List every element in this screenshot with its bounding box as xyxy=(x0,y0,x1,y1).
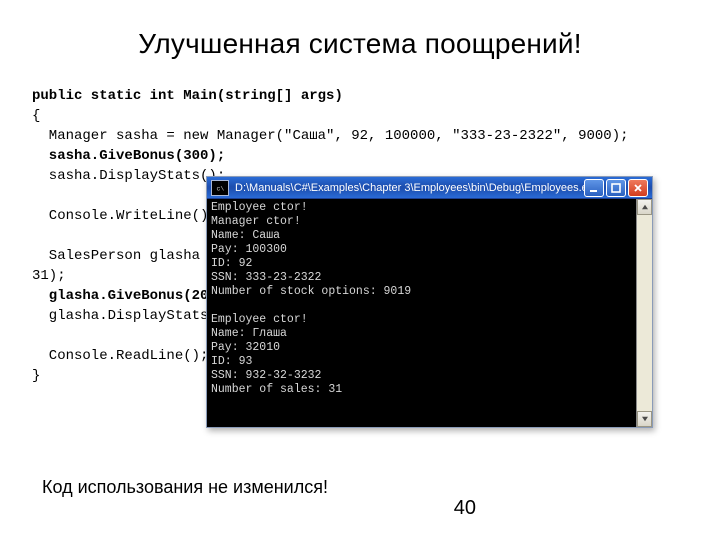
code-line: glasha.DisplayStats(); xyxy=(32,308,234,324)
code-line: sasha.GiveBonus(300); xyxy=(32,148,225,164)
code-line: 31); xyxy=(32,268,66,284)
scrollbar-vertical[interactable] xyxy=(636,199,652,427)
window-buttons xyxy=(584,179,648,197)
scroll-track[interactable] xyxy=(637,215,652,411)
code-line: sasha.DisplayStats(); xyxy=(32,168,225,184)
console-text: Employee ctor! Manager ctor! Name: Саша … xyxy=(211,201,411,396)
code-line: Console.ReadLine(); xyxy=(32,348,208,364)
code-line: } xyxy=(32,368,40,384)
maximize-button[interactable] xyxy=(606,179,626,197)
code-line: { xyxy=(32,108,40,124)
minimize-button[interactable] xyxy=(584,179,604,197)
scroll-down-button[interactable] xyxy=(637,411,652,427)
close-button[interactable] xyxy=(628,179,648,197)
console-window: c\ D:\Manuals\C#\Examples\Chapter 3\Empl… xyxy=(206,176,653,428)
titlebar[interactable]: c\ D:\Manuals\C#\Examples\Chapter 3\Empl… xyxy=(207,177,652,199)
scroll-up-button[interactable] xyxy=(637,199,652,215)
console-body[interactable]: Employee ctor! Manager ctor! Name: Саша … xyxy=(207,199,636,427)
code-line: Manager sasha = new Manager("Саша", 92, … xyxy=(32,128,629,144)
footer-note: Код использования не изменился! xyxy=(42,477,328,498)
cmd-icon: c\ xyxy=(211,180,229,196)
page-number: 40 xyxy=(454,497,476,520)
svg-text:c\: c\ xyxy=(216,185,224,192)
code-line: glasha.GiveBonus(200); xyxy=(32,288,234,304)
slide-title: Улучшенная система поощрений! xyxy=(0,28,720,60)
slide: Улучшенная система поощрений! public sta… xyxy=(0,0,720,540)
code-line: public static int Main(string[] args) xyxy=(32,88,343,104)
code-line: Console.WriteLine(); xyxy=(32,208,217,224)
window-title: D:\Manuals\C#\Examples\Chapter 3\Employe… xyxy=(235,182,584,194)
